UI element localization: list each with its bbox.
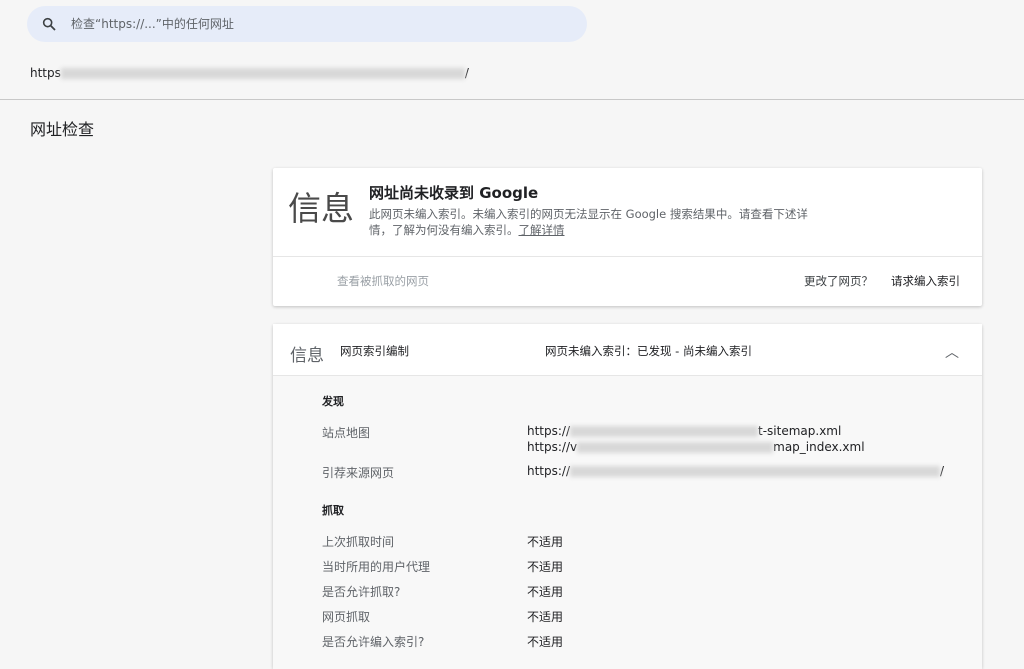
indexing-card-name: 网页索引编制	[340, 344, 409, 358]
search-input[interactable]	[69, 16, 553, 32]
page-fetch-label: 网页抓取	[322, 610, 371, 624]
last-crawl-value: 不适用	[527, 535, 564, 549]
sitemap-url-1-suffix: t-sitemap.xml	[758, 424, 842, 438]
crawl-allowed-value: 不适用	[527, 585, 564, 599]
discovery-section-title: 发现	[322, 395, 344, 408]
indexing-allowed-label: 是否允许编入索引?	[322, 635, 425, 649]
referrer-url-suffix: /	[940, 464, 945, 478]
redacted-text	[60, 68, 465, 79]
sitemap-url-2[interactable]: https://v map_index.xml	[527, 440, 865, 454]
page-changed-label: 更改了网页？	[804, 274, 873, 288]
referrer-url[interactable]: https:// /	[527, 464, 944, 478]
redacted-text	[570, 426, 759, 437]
request-indexing-button[interactable]: 请求编入索引	[891, 273, 960, 289]
search-bar[interactable]	[27, 6, 587, 42]
learn-more-link[interactable]: 了解详情	[519, 223, 565, 237]
sitemap-label: 站点地图	[322, 426, 371, 440]
crawl-section-title: 抓取	[322, 504, 344, 517]
redacted-text	[570, 466, 941, 477]
referrer-url-prefix: https://	[527, 464, 571, 478]
summary-card: 信息 网址尚未收录到 Google 此网页未编入索引。未编入索引的网页无法显示在…	[273, 168, 982, 306]
sitemap-url-1[interactable]: https:// t-sitemap.xml	[527, 424, 841, 438]
info-label: 信息	[290, 346, 324, 366]
referrer-label: 引荐来源网页	[322, 466, 395, 480]
page-fetch-value: 不适用	[527, 610, 564, 624]
view-crawled-page-button[interactable]: 查看被抓取的网页	[337, 273, 429, 289]
indexing-allowed-value: 不适用	[527, 635, 564, 649]
indexing-status: 网页未编入索引：已发现 - 尚未编入索引	[545, 344, 752, 358]
crawl-allowed-label: 是否允许抓取?	[322, 585, 401, 599]
divider	[0, 99, 1024, 100]
search-icon	[42, 17, 56, 31]
description-text: 此网页未编入索引。未编入索引的网页无法显示在 Google 搜索结果中。请查看下…	[369, 207, 808, 237]
sitemap-url-1-prefix: https://	[527, 424, 571, 438]
info-label: 信息	[288, 189, 354, 228]
inspected-url: https /	[30, 66, 469, 80]
indexing-card-header[interactable]: 信息 网页索引编制 网页未编入索引：已发现 - 尚未编入索引 ︿	[273, 324, 982, 376]
redacted-text	[577, 442, 774, 453]
inspected-url-prefix: https	[30, 66, 61, 80]
sitemap-url-2-suffix: map_index.xml	[773, 440, 865, 454]
inspected-url-suffix: /	[464, 66, 469, 80]
page-indexing-card: 信息 网页索引编制 网页未编入索引：已发现 - 尚未编入索引 ︿ 发现 站点地图…	[273, 324, 982, 669]
summary-heading: 网址尚未收录到 Google	[369, 184, 539, 202]
summary-description: 此网页未编入索引。未编入索引的网页无法显示在 Google 搜索结果中。请查看下…	[369, 206, 829, 238]
indexing-details: 发现 站点地图 https:// t-sitemap.xml https://v m…	[273, 376, 982, 669]
last-crawl-label: 上次抓取时间	[322, 535, 395, 549]
user-agent-value: 不适用	[527, 560, 564, 574]
sitemap-url-2-prefix: https://v	[527, 440, 578, 454]
chevron-up-icon[interactable]: ︿	[945, 342, 959, 362]
divider	[273, 256, 982, 257]
user-agent-label: 当时所用的用户代理	[322, 560, 431, 574]
page-title: 网址检查	[30, 120, 95, 139]
